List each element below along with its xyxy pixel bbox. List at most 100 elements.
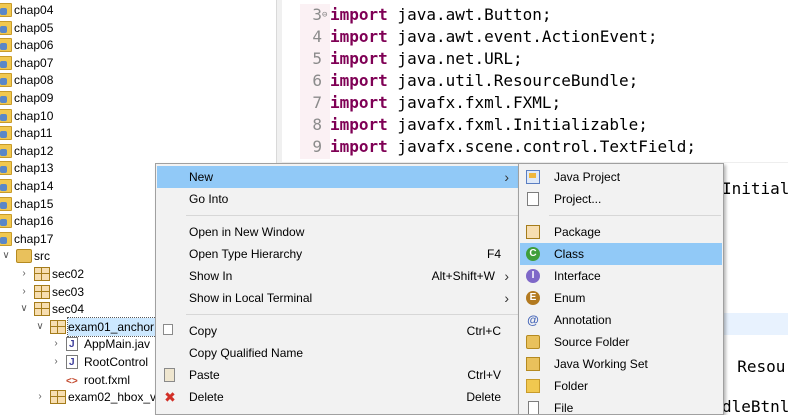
menu-item-label: File	[554, 401, 574, 415]
tree-item-label: sec02	[52, 267, 85, 281]
tree-item-label: sec04	[52, 302, 85, 317]
submenu-arrow-icon: ›	[504, 290, 509, 306]
menu-item-label: Go Into	[189, 192, 229, 206]
collapse-chevron-icon[interactable]: ›	[50, 335, 62, 353]
collapse-chevron-icon[interactable]: ›	[18, 283, 30, 301]
new-submenu-item-java-project[interactable]: Java Project	[520, 166, 722, 188]
new-submenu-item-package[interactable]: Package	[520, 221, 722, 243]
code-fragment-dlebtnl: dleBtnl	[722, 397, 788, 415]
code-line[interactable]: 8 import javafx.fxml.Initializable;	[302, 114, 648, 136]
new-submenu-item-interface[interactable]: I Interface	[520, 265, 722, 287]
tree-item[interactable]: chap12	[0, 142, 276, 160]
fold-toggle-icon[interactable]: ⊖	[322, 4, 330, 26]
new-submenu-item-folder[interactable]: Folder	[520, 375, 722, 397]
menu-item-copy-qualified-name[interactable]: Copy Qualified Name	[157, 342, 519, 364]
menu-item-shortcut: F4	[486, 247, 501, 261]
menu-item-label: Folder	[554, 379, 589, 393]
project-folder-icon	[0, 55, 12, 70]
paste-icon	[164, 368, 175, 382]
code-line[interactable]: 6 import java.util.ResourceBundle;	[302, 70, 638, 92]
tree-item-label: chap16	[14, 214, 54, 229]
new-submenu-item-project[interactable]: Project...	[520, 188, 722, 210]
new-submenu-item-java-working-set[interactable]: Java Working Set	[520, 353, 722, 375]
code-text: javafx.fxml.FXML;	[387, 93, 562, 112]
java-file-icon	[66, 354, 78, 372]
collapse-chevron-icon[interactable]: ›	[34, 388, 46, 406]
tree-item-label: chap12	[14, 143, 54, 158]
code-text: javafx.scene.control.TextField;	[387, 137, 697, 156]
submenu-arrow-icon: ›	[504, 169, 509, 185]
menu-item-show-in-local-terminal[interactable]: Show in Local Terminal ›	[157, 287, 519, 309]
keyword-import: import	[330, 115, 388, 134]
new-submenu-item-annotation[interactable]: @ Annotation	[520, 309, 722, 331]
tree-item[interactable]: chap09	[0, 89, 276, 107]
code-text: java.awt.event.ActionEvent;	[387, 27, 658, 46]
tree-item-label: AppMain.jav	[84, 337, 151, 352]
menu-separator	[549, 215, 721, 216]
tree-item[interactable]: chap11	[0, 124, 276, 142]
code-fragment-resou: , Resou	[718, 357, 786, 376]
menu-item-show-in[interactable]: Show In Alt+Shift+W ›	[157, 265, 519, 287]
tree-item-label: chap07	[14, 55, 54, 70]
menu-item-label: Delete	[189, 390, 224, 404]
tree-item[interactable]: chap04	[0, 1, 276, 19]
project-folder-icon	[0, 161, 12, 176]
source-folder-icon	[526, 335, 540, 349]
project-folder-icon	[0, 196, 12, 211]
menu-item-delete[interactable]: ✖ Delete Delete	[157, 386, 519, 408]
tree-item[interactable]: chap08	[0, 71, 276, 89]
expand-chevron-icon[interactable]: ∨	[18, 300, 30, 318]
menu-item-open-type-hierarchy[interactable]: Open Type Hierarchy F4	[157, 243, 519, 265]
keyword-import: import	[330, 5, 388, 24]
tree-item[interactable]: chap10	[0, 107, 276, 125]
line-number: 5	[312, 49, 322, 68]
new-submenu-item-source-folder[interactable]: Source Folder	[520, 331, 722, 353]
collapse-chevron-icon[interactable]: ›	[50, 353, 62, 371]
menu-item-label: Open in New Window	[189, 225, 305, 239]
menu-item-copy[interactable]: Copy Ctrl+C	[157, 320, 519, 342]
code-line[interactable]: 9 import javafx.scene.control.TextField;	[302, 136, 696, 158]
expand-chevron-icon[interactable]: ∨	[34, 318, 46, 336]
keyword-import: import	[330, 93, 388, 112]
menu-item-open-in-new-window[interactable]: Open in New Window	[157, 221, 519, 243]
java-file-icon	[66, 336, 78, 354]
submenu-arrow-icon: ›	[504, 268, 509, 284]
project-folder-icon	[0, 38, 12, 53]
tree-item-label: exam02_hbox_v	[68, 390, 157, 405]
code-line[interactable]: 3⊖ import java.awt.Button;	[302, 4, 552, 26]
code-text: java.awt.Button;	[387, 5, 552, 24]
tree-item-label: chap08	[14, 73, 54, 88]
line-number: 7	[312, 93, 322, 112]
menu-item-label: Copy Qualified Name	[189, 346, 304, 360]
expand-chevron-icon[interactable]: ∨	[0, 247, 12, 265]
tree-item-label: chap13	[14, 161, 54, 176]
code-line[interactable]: 5 import java.net.URL;	[302, 48, 522, 70]
project-folder-icon	[0, 126, 12, 141]
menu-item-paste[interactable]: Paste Ctrl+V	[157, 364, 519, 386]
new-submenu-item-class[interactable]: C Class	[520, 243, 722, 265]
tree-item[interactable]: chap06	[0, 36, 276, 54]
code-line[interactable]: 7 import javafx.fxml.FXML;	[302, 92, 561, 114]
collapse-chevron-icon[interactable]: ›	[18, 265, 30, 283]
project-folder-icon	[0, 108, 12, 123]
new-submenu-item-file[interactable]: File	[520, 397, 722, 415]
project-folder-icon	[0, 73, 12, 88]
tree-item-label: chap14	[14, 179, 54, 193]
menu-item-shortcut: Ctrl+V	[467, 368, 501, 382]
menu-item-label: Paste	[189, 368, 220, 382]
new-submenu-item-enum[interactable]: E Enum	[520, 287, 722, 309]
tree-item[interactable]: chap07	[0, 54, 276, 72]
keyword-import: import	[330, 27, 388, 46]
menu-item-label: Open Type Hierarchy	[189, 247, 303, 261]
package-icon	[50, 390, 66, 405]
menu-item-label: Class	[554, 247, 585, 261]
menu-item-go-into[interactable]: Go Into	[157, 188, 519, 210]
keyword-import: import	[330, 49, 388, 68]
menu-item-new[interactable]: New ›	[157, 166, 519, 188]
project-icon	[527, 192, 539, 206]
code-line[interactable]: 4 import java.awt.event.ActionEvent;	[302, 26, 658, 48]
line-number: 9	[312, 137, 322, 156]
tree-item[interactable]: chap05	[0, 19, 276, 37]
context-menu: New › Go Into Open in New Window Open Type H…	[155, 163, 521, 415]
line-number: 6	[312, 71, 322, 90]
